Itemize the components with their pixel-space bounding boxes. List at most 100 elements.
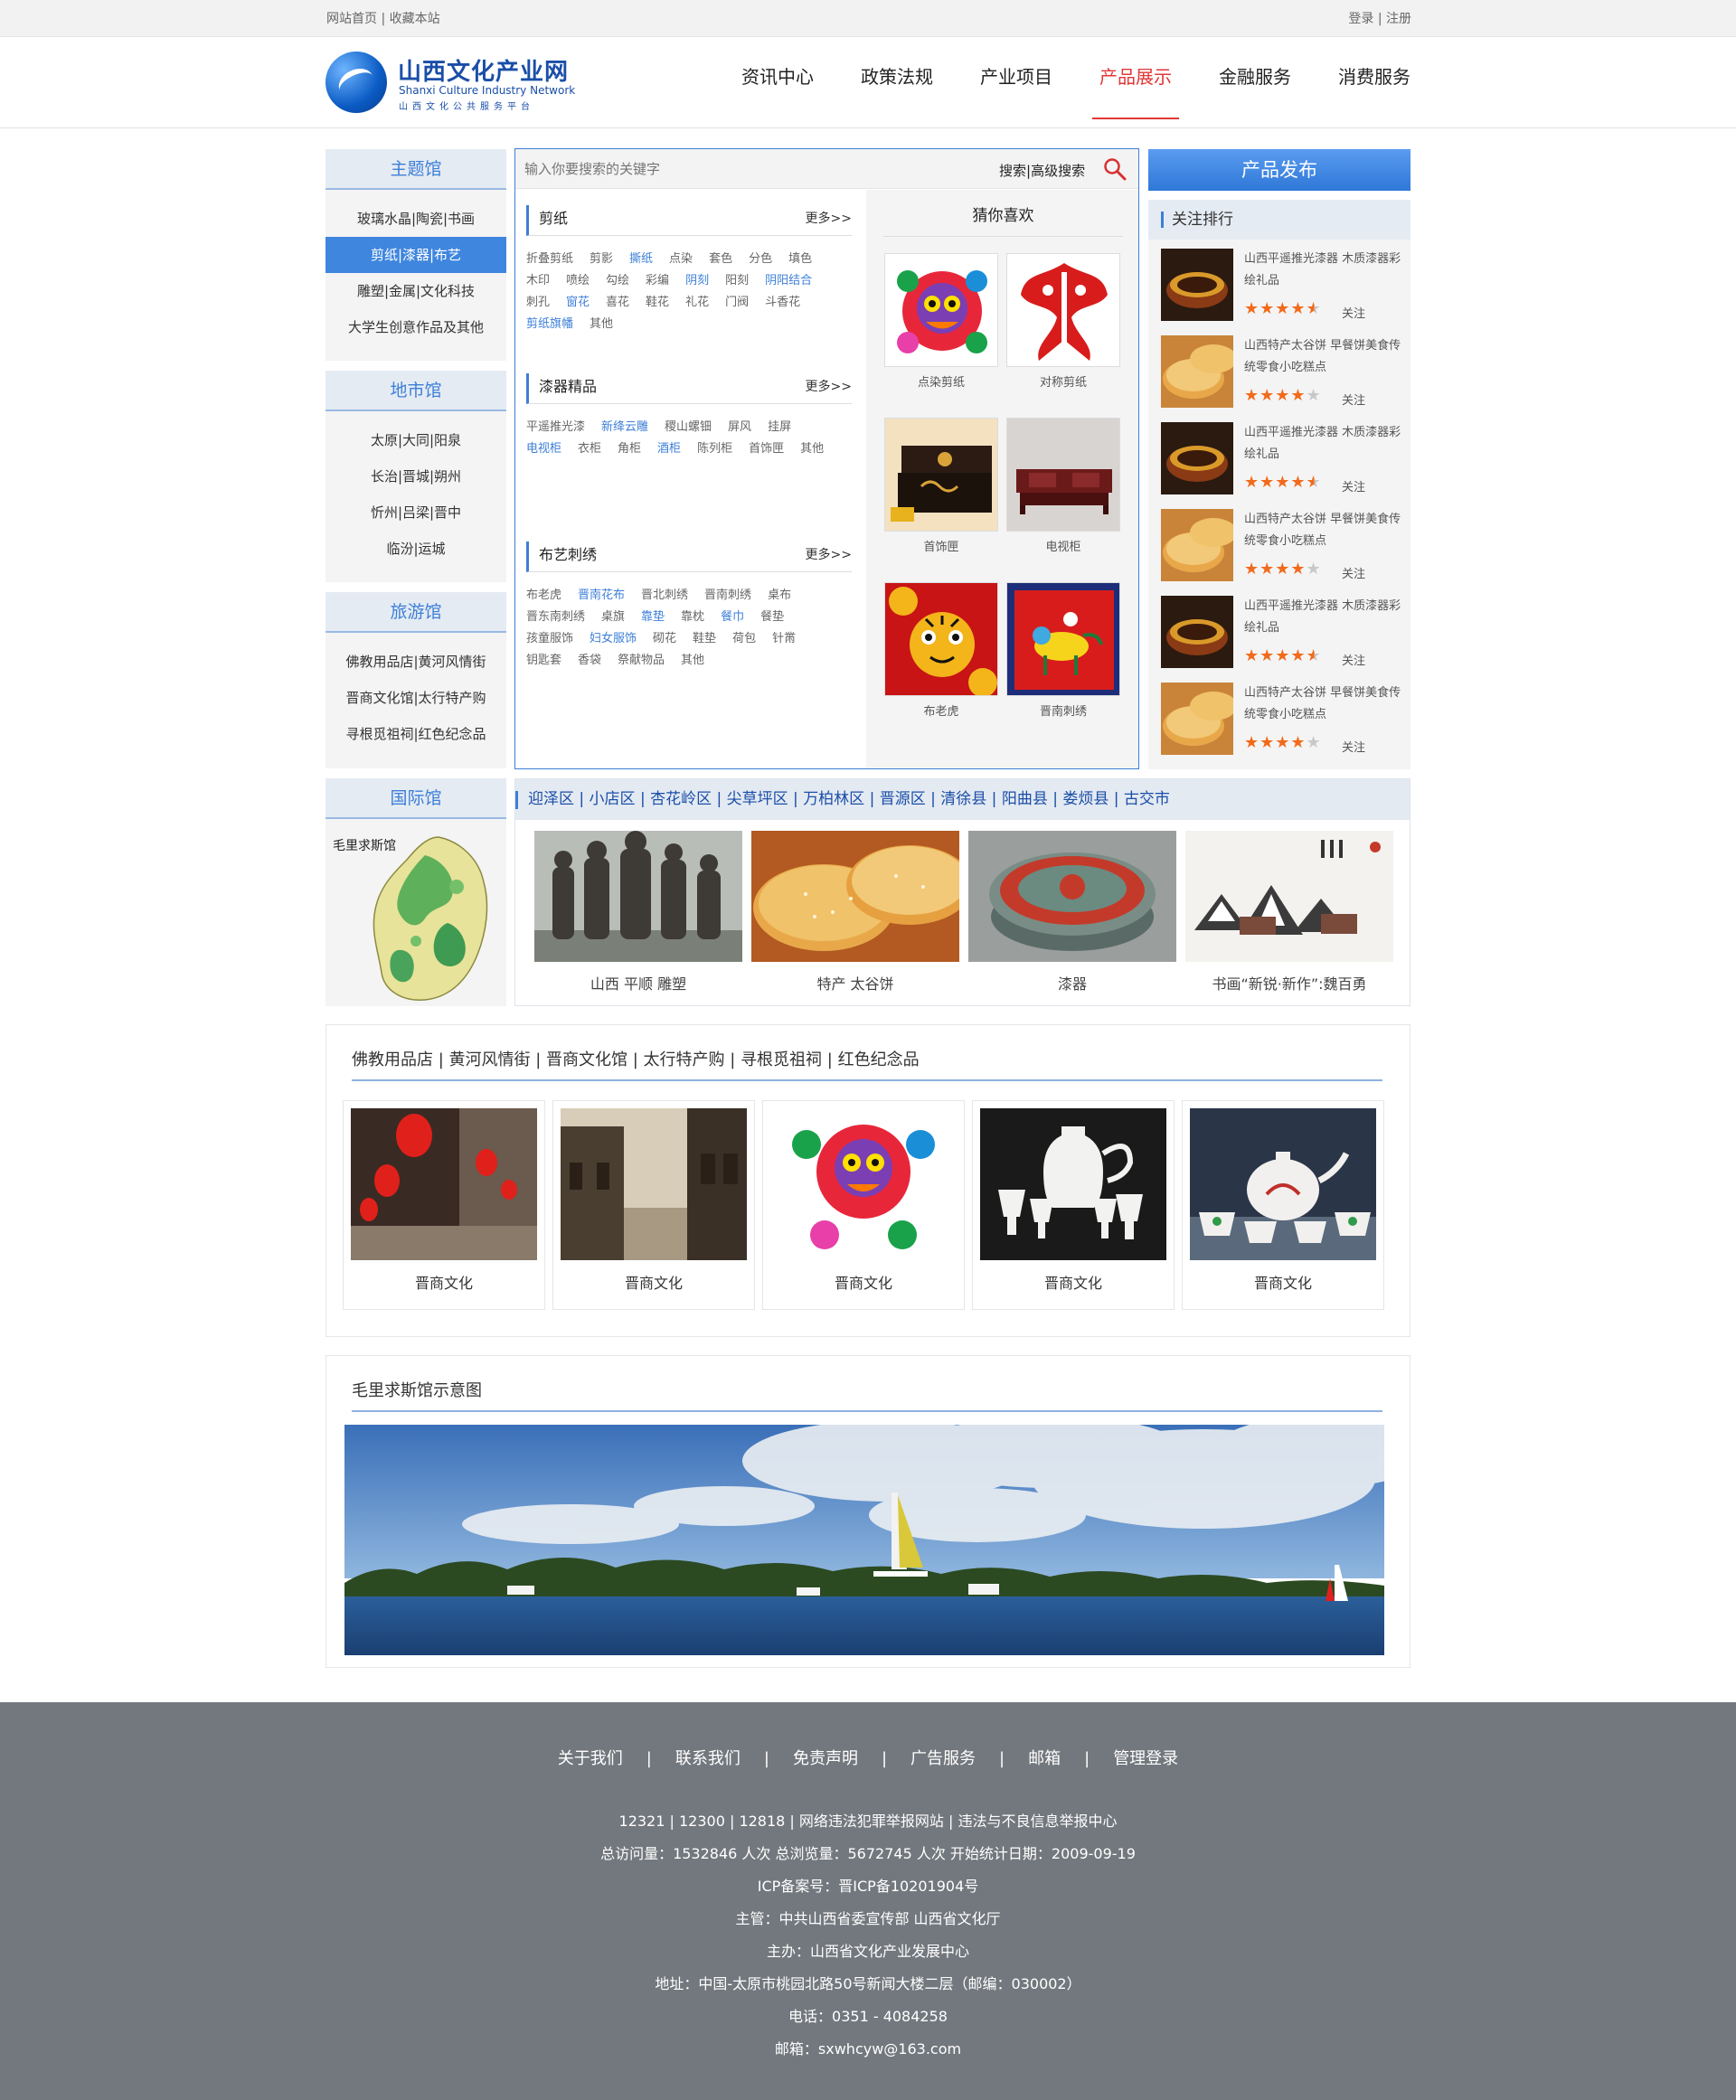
footer-link[interactable]: 邮箱 [1028, 1749, 1061, 1768]
category-tag[interactable]: 桌旗 [601, 607, 625, 628]
category-tag[interactable]: 妇女服饰 [590, 628, 637, 650]
district-link[interactable]: 古交市 [1124, 790, 1170, 808]
nav-consumer[interactable]: 消费服务 [1338, 37, 1410, 128]
category-tag[interactable]: 陈列柜 [697, 438, 732, 460]
follow-button[interactable]: 关注 [1342, 477, 1365, 494]
category-tag[interactable]: 靠垫 [641, 607, 665, 628]
ranking-item[interactable]: 山西平遥推光漆器 木质漆器彩绘礼品 ★★★★★ 关注 [1161, 596, 1405, 672]
picture-item[interactable]: 漆器 [968, 831, 1176, 993]
follow-button[interactable]: 关注 [1342, 564, 1365, 581]
culture-card[interactable]: 晋商文化 [552, 1100, 755, 1310]
culture-link[interactable]: 晋商文化馆 [546, 1050, 627, 1069]
guess-item[interactable]: 电视柜 [1006, 418, 1120, 554]
category-tag[interactable]: 靠枕 [681, 607, 704, 628]
category-tag[interactable]: 门阀 [725, 292, 749, 314]
theme-item[interactable]: 玻璃水晶|陶瓷|书画 [326, 201, 506, 237]
culture-card[interactable]: 晋商文化 [343, 1100, 545, 1310]
culture-link[interactable]: 红色纪念品 [838, 1050, 920, 1069]
category-tag[interactable]: 晋南花布 [578, 585, 625, 607]
picture-item[interactable]: 书画“新锐·新作”:魏百勇 [1185, 831, 1393, 993]
publish-product-button[interactable]: 产品发布 [1148, 149, 1410, 191]
category-tag[interactable]: 剪纸旗幡 [526, 314, 573, 335]
category-tag[interactable]: 其他 [800, 438, 824, 460]
category-tag[interactable]: 撕纸 [629, 249, 653, 270]
category-tag[interactable]: 祭献物品 [618, 650, 665, 672]
category-tag[interactable]: 套色 [709, 249, 732, 270]
category-tag[interactable]: 餐巾 [721, 607, 744, 628]
ranking-item[interactable]: 山西平遥推光漆器 木质漆器彩绘礼品 ★★★★★ 关注 [1161, 422, 1405, 498]
category-tag[interactable]: 点染 [669, 249, 693, 270]
city-item[interactable]: 长治|晋城|朔州 [326, 458, 506, 494]
picture-item[interactable]: 山西 平顺 雕塑 [534, 831, 742, 993]
category-tag[interactable]: 布老虎 [526, 585, 561, 607]
theme-item[interactable]: 雕塑|金属|文化科技 [326, 273, 506, 309]
follow-button[interactable]: 关注 [1342, 304, 1365, 321]
footer-link[interactable]: 免责声明 [793, 1749, 858, 1768]
guess-item[interactable]: 布老虎 [884, 582, 998, 719]
category-tag[interactable]: 阳刻 [725, 270, 749, 292]
ranking-item[interactable]: 山西特产太谷饼 早餐饼美食传统零食小吃糕点 ★★★★★ 关注 [1161, 509, 1405, 585]
culture-link[interactable]: 黄河风情街 [449, 1050, 531, 1069]
theme-item[interactable]: 大学生创意作品及其他 [326, 309, 506, 345]
category-tag[interactable]: 勾绘 [606, 270, 629, 292]
category-tag[interactable]: 木印 [526, 270, 550, 292]
culture-card[interactable]: 晋商文化 [762, 1100, 965, 1310]
category-tag[interactable]: 首饰匣 [749, 438, 784, 460]
category-tag[interactable]: 晋东南刺绣 [526, 607, 585, 628]
theme-item-active[interactable]: 剪纸|漆器|布艺 [326, 237, 506, 273]
district-link[interactable]: 万柏林区 [803, 790, 864, 808]
travel-item[interactable]: 佛教用品店|黄河风情街 [326, 644, 506, 680]
follow-button[interactable]: 关注 [1342, 651, 1365, 668]
footer-link[interactable]: 管理登录 [1113, 1749, 1178, 1768]
category-tag[interactable]: 喜花 [606, 292, 629, 314]
ranking-item[interactable]: 山西特产太谷饼 早餐饼美食传统零食小吃糕点 ★★★★★ 关注 [1161, 335, 1405, 411]
follow-button[interactable]: 关注 [1342, 738, 1365, 755]
category-tag[interactable]: 斗香花 [765, 292, 800, 314]
category-tag[interactable]: 礼花 [685, 292, 709, 314]
category-tag[interactable]: 稷山螺钿 [665, 417, 712, 438]
ranking-item[interactable]: 山西特产太谷饼 早餐饼美食传统零食小吃糕点 ★★★★★ 关注 [1161, 683, 1405, 758]
culture-link[interactable]: 佛教用品店 [352, 1050, 433, 1069]
category-tag[interactable]: 砌花 [653, 628, 676, 650]
nav-projects[interactable]: 产业项目 [980, 37, 1052, 128]
site-logo[interactable]: 山西文化产业网 Shanxi Culture Industry Network … [326, 52, 579, 117]
district-link[interactable]: 迎泽区 [528, 790, 574, 808]
category-tag[interactable]: 晋南刺绣 [704, 585, 751, 607]
guess-item[interactable]: 晋南刺绣 [1006, 582, 1120, 719]
category-tag[interactable]: 屏风 [728, 417, 751, 438]
category-tag[interactable]: 阴刻 [685, 270, 709, 292]
guess-item[interactable]: 点染剪纸 [884, 253, 998, 390]
more-link[interactable]: 更多>> [806, 205, 852, 232]
category-tag[interactable]: 挂屏 [768, 417, 791, 438]
nav-policy[interactable]: 政策法规 [861, 37, 933, 128]
nav-products[interactable]: 产品展示 [1092, 37, 1179, 128]
category-tag[interactable]: 新绛云雕 [601, 417, 648, 438]
travel-item[interactable]: 寻根觅祖祠|红色纪念品 [326, 716, 506, 752]
category-tag[interactable]: 刺孔 [526, 292, 550, 314]
category-tag[interactable]: 窗花 [566, 292, 590, 314]
district-link[interactable]: 阳曲县 [1002, 790, 1048, 808]
follow-button[interactable]: 关注 [1342, 391, 1365, 408]
category-tag[interactable]: 阴阳结合 [765, 270, 812, 292]
footer-link[interactable]: 关于我们 [558, 1749, 623, 1768]
category-tag[interactable]: 喷绘 [566, 270, 590, 292]
culture-link[interactable]: 太行特产购 [644, 1050, 725, 1069]
city-item[interactable]: 太原|大同|阳泉 [326, 422, 506, 458]
footer-link[interactable]: 联系我们 [675, 1749, 741, 1768]
category-tag[interactable]: 餐垫 [760, 607, 784, 628]
category-tag[interactable]: 荷包 [732, 628, 756, 650]
more-link[interactable]: 更多>> [806, 373, 852, 400]
mauritius-map-icon[interactable] [362, 833, 497, 1004]
more-link[interactable]: 更多>> [806, 541, 852, 569]
category-tag[interactable]: 彩编 [646, 270, 669, 292]
category-tag[interactable]: 晋北刺绣 [641, 585, 688, 607]
ranking-item[interactable]: 山西平遥推光漆器 木质漆器彩绘礼品 ★★★★★ 关注 [1161, 249, 1405, 325]
category-tag[interactable]: 孩童服饰 [526, 628, 573, 650]
category-tag[interactable]: 折叠剪纸 [526, 249, 573, 270]
category-tag[interactable]: 其他 [590, 314, 613, 335]
category-tag[interactable]: 针黹 [772, 628, 796, 650]
nav-finance[interactable]: 金融服务 [1219, 37, 1291, 128]
footer-link[interactable]: 广告服务 [910, 1749, 976, 1768]
register-link[interactable]: 注册 [1386, 12, 1411, 26]
category-tag[interactable]: 桌布 [768, 585, 791, 607]
